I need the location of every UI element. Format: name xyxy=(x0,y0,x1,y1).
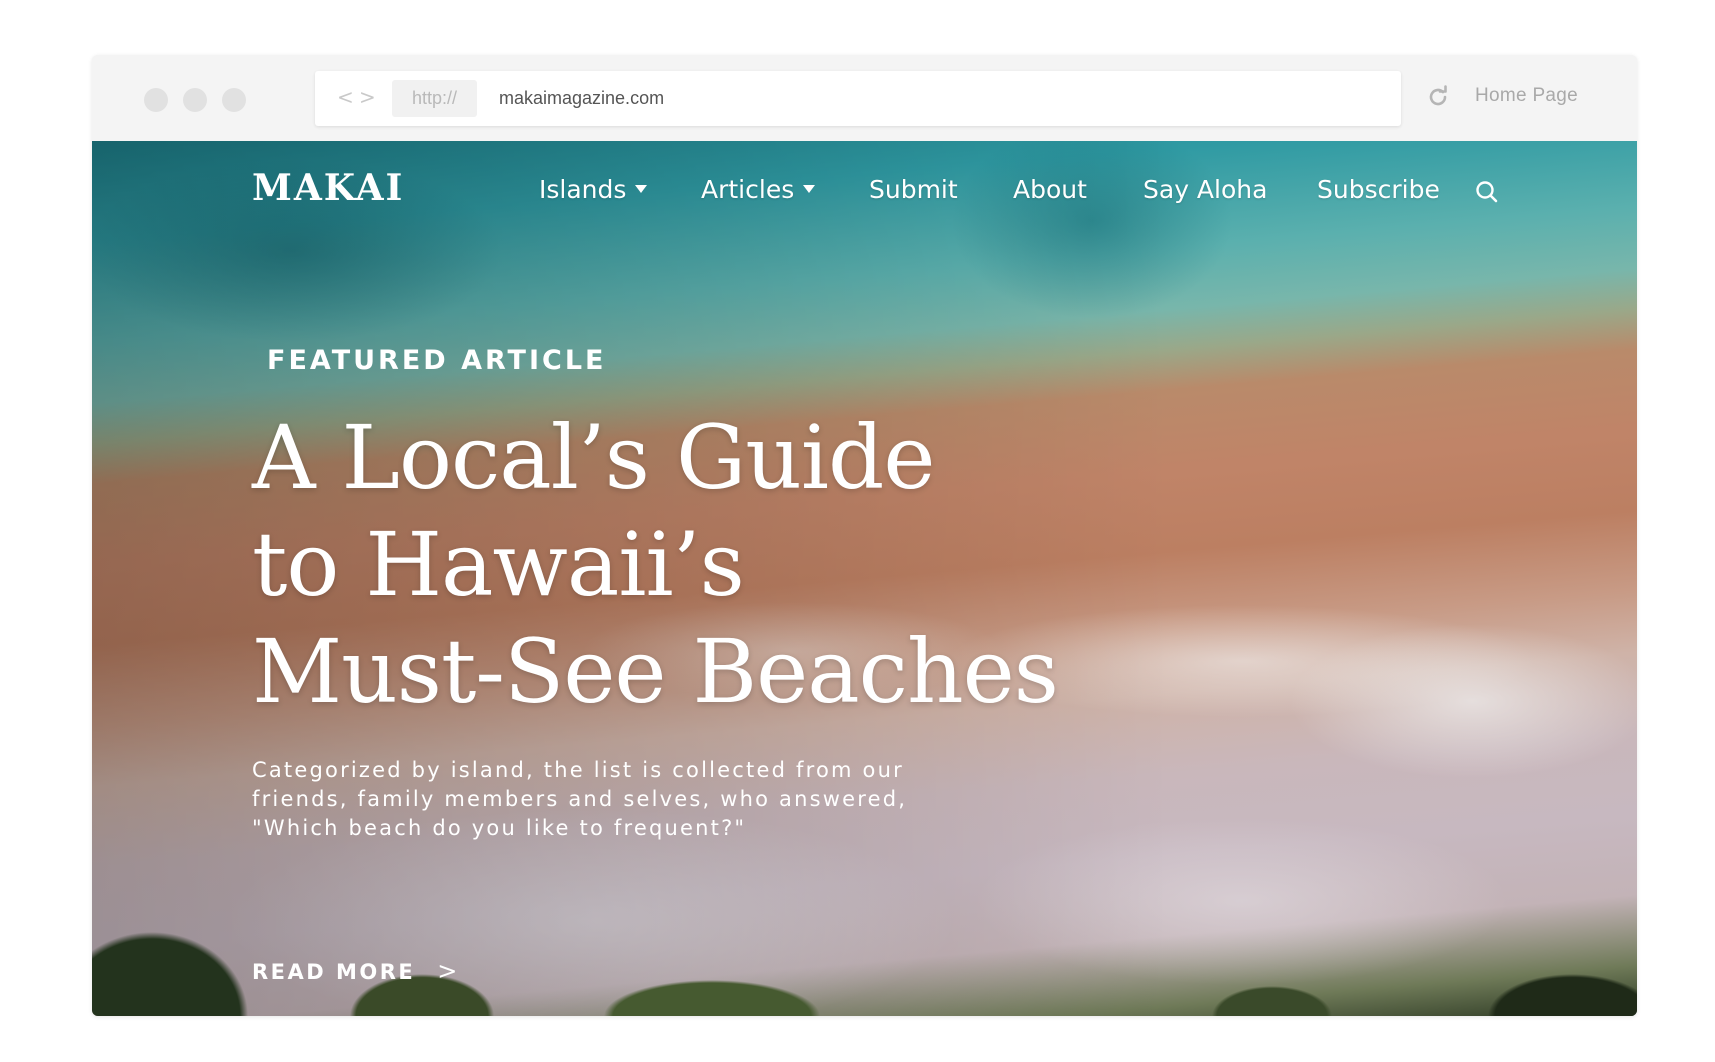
summary-line: "Which beach do you like to frequent?" xyxy=(252,816,747,840)
featured-label: FEATURED ARTICLE xyxy=(267,345,607,376)
summary-line: friends, family members and selves, who … xyxy=(252,787,908,811)
url-protocol: http:// xyxy=(392,80,477,117)
caret-down-icon xyxy=(803,185,816,193)
reload-icon[interactable] xyxy=(1426,85,1450,109)
search-icon[interactable] xyxy=(1474,179,1500,205)
forward-arrow-icon[interactable]: > xyxy=(359,85,376,109)
nav-item-submit[interactable]: Submit xyxy=(869,175,958,204)
browser-window: < > http:// makaimagazine.com Home Page … xyxy=(92,55,1637,1016)
site-navigation: MAKAI Islands Articles Submit About Say … xyxy=(92,141,1637,241)
home-page-link[interactable]: Home Page xyxy=(1475,85,1578,107)
headline-line: to Hawaii’s xyxy=(252,513,745,616)
headline-line: Must-See Beaches xyxy=(252,620,1059,723)
window-zoom-dot[interactable] xyxy=(222,88,246,112)
window-close-dot[interactable] xyxy=(144,88,168,112)
summary-line: Categorized by island, the list is colle… xyxy=(252,758,904,782)
browser-toolbar: < > http:// makaimagazine.com Home Page xyxy=(92,55,1637,141)
read-more-link[interactable]: READ MORE > xyxy=(252,957,460,985)
window-minimize-dot[interactable] xyxy=(183,88,207,112)
article-headline[interactable]: A Local’s Guide to Hawaii’s Must-See Bea… xyxy=(252,404,1212,725)
read-more-label: READ MORE xyxy=(252,960,416,984)
nav-item-subscribe[interactable]: Subscribe xyxy=(1317,175,1440,204)
nav-item-say-aloha[interactable]: Say Aloha xyxy=(1143,175,1267,204)
site-logo[interactable]: MAKAI xyxy=(252,167,404,209)
hero-banner: MAKAI Islands Articles Submit About Say … xyxy=(92,141,1637,1016)
url-text[interactable]: makaimagazine.com xyxy=(499,71,664,126)
address-bar[interactable]: < > http:// makaimagazine.com xyxy=(315,71,1401,126)
back-arrow-icon[interactable]: < xyxy=(337,85,354,109)
article-summary: Categorized by island, the list is colle… xyxy=(252,756,952,843)
caret-down-icon xyxy=(635,185,648,193)
headline-line: A Local’s Guide xyxy=(252,406,935,509)
nav-item-islands[interactable]: Islands xyxy=(539,175,648,204)
chevron-right-icon: > xyxy=(437,957,460,985)
nav-item-label: Articles xyxy=(701,175,795,204)
nav-item-about[interactable]: About xyxy=(1013,175,1087,204)
nav-item-articles[interactable]: Articles xyxy=(701,175,816,204)
nav-item-label: Islands xyxy=(539,175,627,204)
